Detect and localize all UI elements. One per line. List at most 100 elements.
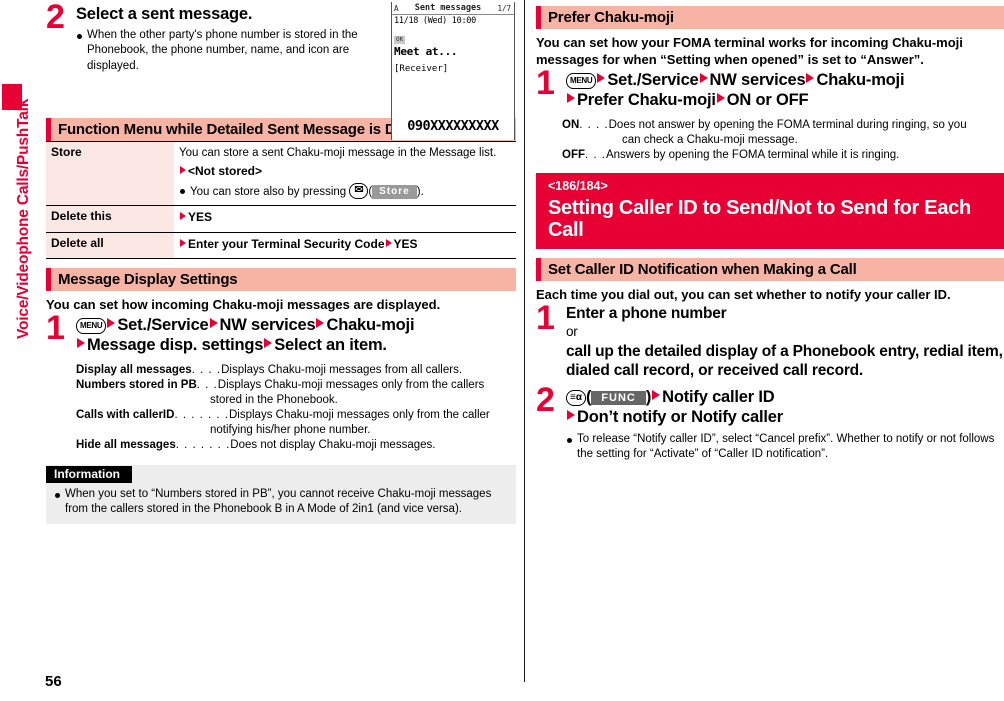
step-enter-phone-number: 1 Enter a phone number or call up the de… — [536, 301, 1004, 380]
section-title: Setting Caller ID to Send/Not to Send fo… — [548, 196, 971, 241]
information-body: When you set to “Numbers stored in PB”, … — [46, 483, 516, 518]
option-desc: Displays Chaku-moji messages only from t… — [228, 409, 490, 422]
message-display-lead: You can set how incoming Chaku-moji mess… — [46, 296, 441, 312]
menu-path-item: NW services — [709, 71, 806, 90]
option-desc-cont: stored in the Phonebook. — [210, 393, 338, 406]
menu-path-item: Message disp. settings — [87, 336, 264, 355]
triangle-bullet-icon — [385, 238, 392, 247]
section-tab-label: Voice/Videophone Calls/PushTalk — [15, 98, 32, 339]
function-menu-table: Store You can store a sent Chaku-moji me… — [46, 140, 516, 259]
step-line-1: Enter a phone number — [566, 305, 727, 323]
row-value: You can store a sent Chaku-moji message … — [174, 140, 516, 207]
information-box: Information When you set to “Numbers sto… — [46, 464, 516, 525]
menu-path-item: Chaku-moji — [816, 71, 905, 90]
option-term: Calls with callerID — [76, 409, 175, 422]
option-dots: . . . — [585, 149, 606, 162]
menu-path-item: Select an item. — [274, 336, 387, 355]
phone-status-title: Sent messages — [414, 3, 482, 13]
menu-path-item: Chaku-moji — [326, 316, 415, 335]
right-column: Prefer Chaku-moji You can set how your F… — [536, 0, 1004, 462]
imode-func-key-icon[interactable]: ≡α — [566, 389, 586, 406]
list-item: Calls with callerID. . . . . . . Displays… — [76, 408, 516, 423]
triangle-bullet-icon — [180, 166, 186, 175]
section-tab: Voice/Videophone Calls/PushTalk — [0, 0, 32, 701]
step-line-1: MENU Set./Service NW services Chaku-moji — [566, 70, 1004, 90]
row-note-text: You can store also by pressing — [190, 186, 350, 199]
step-line-or: or — [566, 324, 578, 340]
menu-path-item: Notify caller ID — [662, 387, 775, 406]
triangle-bullet-icon — [567, 93, 575, 104]
message-display-options: Display all messages. . . . Displays Chak… — [76, 363, 516, 454]
triangle-bullet-icon — [652, 389, 661, 400]
option-term: Numbers stored in PB — [76, 378, 197, 391]
option-desc: Does not answer by opening the FOMA term… — [608, 118, 967, 131]
option-term: Hide all messages — [76, 439, 176, 452]
step-line-3: call up the detailed display of a Phoneb… — [566, 342, 1003, 379]
list-item: Numbers stored in PB. . . Displays Chaku-… — [76, 378, 516, 393]
menu-path-item: Set./Service — [607, 71, 699, 90]
table-row: Delete all Enter your Terminal Security … — [46, 232, 516, 259]
triangle-bullet-icon — [699, 73, 708, 84]
row-key: Delete all — [46, 232, 174, 259]
information-heading: Information — [46, 465, 132, 483]
step-note: When the other party's phone number is s… — [76, 28, 397, 74]
step-notify-caller-id: 2 ≡α(FUNC) Notify caller ID Don’t notify … — [536, 383, 1004, 463]
phone-receiver-label: [Receiver] — [394, 64, 449, 74]
func-softkey[interactable]: FUNC — [591, 390, 646, 405]
step-line-2: Prefer Chaku-moji ON or OFF — [566, 90, 1004, 110]
step-number: 2 — [536, 380, 555, 419]
triangle-bullet-icon — [567, 409, 575, 420]
message-display-heading: Message Display Settings — [46, 267, 516, 291]
page-number: 56 — [45, 673, 62, 690]
heading-marker — [536, 6, 541, 29]
phone-screenshot: A Sent messages 1/7 11/18 (Wed) 10:00 OK… — [391, 2, 515, 140]
phone-status-left: A — [394, 3, 399, 13]
store-softkey[interactable]: Store — [372, 185, 417, 200]
step-message-disp-settings: 1 MENU Set./Service NW services Chaku-moji … — [46, 311, 516, 355]
menu-key-icon[interactable]: MENU — [566, 73, 597, 90]
envelope-key-icon: ✉ — [349, 183, 369, 200]
step-number: 1 — [46, 309, 65, 348]
triangle-bullet-icon — [316, 318, 325, 329]
step-line-1: MENU Set./Service NW services Chaku-moji — [76, 315, 516, 335]
menu-path-item: Set./Service — [117, 316, 209, 335]
heading-text: Set Caller ID Notification when Making a… — [548, 260, 857, 278]
option-term: Display all messages — [76, 363, 192, 376]
option-desc: Displays Chaku-moji messages from all ca… — [221, 363, 463, 376]
triangle-bullet-icon — [716, 93, 725, 104]
step-note: To release “Notify caller ID”, select “C… — [566, 432, 1004, 463]
row-action: <Not stored> — [179, 163, 511, 180]
step-number: 1 — [536, 64, 555, 103]
option-desc-cont: notifying his/her phone number. — [210, 424, 371, 437]
triangle-bullet-icon — [806, 73, 815, 84]
row-desc: You can store a sent Chaku-moji message … — [179, 146, 497, 159]
heading-text: Prefer Chaku-moji — [548, 9, 674, 26]
list-item: OFF. . . Answers by opening the FOMA term… — [562, 148, 1004, 163]
option-desc-cont: can check a Chaku-moji message. — [622, 133, 798, 146]
phone-message: Meet at... — [394, 45, 458, 58]
prefer-lead: You can set how your FOMA terminal works… — [536, 35, 963, 67]
triangle-bullet-icon — [107, 318, 116, 329]
list-item: Display all messages. . . . Displays Chak… — [76, 363, 516, 378]
manual-page: Voice/Videophone Calls/PushTalk 2 Select… — [0, 0, 1004, 701]
section-code: <186/184> — [548, 179, 608, 194]
menu-path-item: NW services — [219, 316, 316, 335]
menu-key-icon[interactable]: MENU — [76, 318, 107, 335]
row-value: YES — [174, 205, 516, 233]
information-note: When you set to “Numbers stored in PB”, … — [54, 487, 508, 518]
step-number: 2 — [46, 0, 65, 36]
option-dots: . . . — [196, 378, 218, 391]
row-key: Delete this — [46, 205, 174, 233]
phone-status-bar: A Sent messages 1/7 — [392, 2, 514, 15]
phone-date: 11/18 (Wed) 10:00 — [394, 16, 476, 26]
option-desc: Displays Chaku-moji messages only from t… — [217, 378, 485, 391]
row-note: You can store also by pressing ✉(Store). — [179, 183, 511, 200]
triangle-bullet-icon — [264, 338, 273, 349]
triangle-bullet-icon — [209, 318, 218, 329]
step-line-2: Don’t notify or Notify caller — [566, 407, 1004, 427]
triangle-bullet-icon — [180, 212, 186, 221]
caller-id-heading: Set Caller ID Notification when Making a… — [536, 257, 1004, 281]
row-note-suffix: ). — [416, 186, 424, 199]
row-key: Store — [46, 140, 174, 207]
option-dots: . . . . — [191, 363, 222, 376]
